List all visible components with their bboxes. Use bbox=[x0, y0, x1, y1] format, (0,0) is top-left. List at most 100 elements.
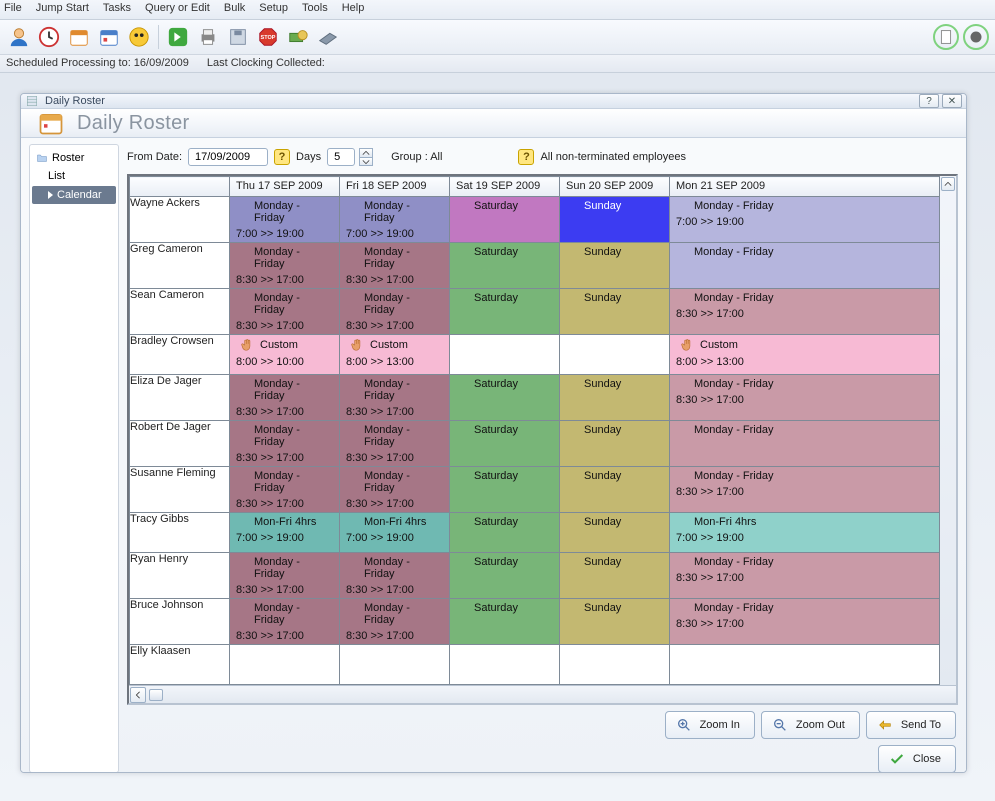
shift-cell[interactable]: Mon-Fri 4hrs7:00 >> 19:00 bbox=[670, 513, 940, 553]
employee-name-cell[interactable]: Wayne Ackers bbox=[130, 197, 230, 243]
shift-cell[interactable]: Saturday bbox=[450, 553, 560, 599]
menu-help[interactable]: Help bbox=[342, 2, 365, 17]
window-titlebar[interactable]: Daily Roster ? ✕ bbox=[21, 94, 966, 109]
shift-cell[interactable]: Sunday bbox=[560, 243, 670, 289]
shift-cell[interactable]: Mon-Fri 4hrs7:00 >> 19:00 bbox=[230, 513, 340, 553]
shift-cell[interactable]: Monday - Friday8:30 >> 17:00 bbox=[340, 421, 450, 467]
from-date-input[interactable] bbox=[188, 148, 268, 166]
shift-cell[interactable]: Monday - Friday8:30 >> 17:00 bbox=[340, 289, 450, 335]
shift-cell[interactable]: Custom8:00 >> 13:00 bbox=[340, 335, 450, 375]
shift-cell[interactable] bbox=[450, 335, 560, 375]
menu-tasks[interactable]: Tasks bbox=[103, 2, 131, 17]
shift-cell[interactable]: Monday - Friday8:30 >> 17:00 bbox=[340, 553, 450, 599]
tree-root-roster[interactable]: Roster bbox=[30, 149, 118, 167]
shift-cell[interactable]: Monday - Friday8:30 >> 17:00 bbox=[230, 553, 340, 599]
green-action-2-icon[interactable] bbox=[963, 24, 989, 50]
shift-cell[interactable]: Monday - Friday8:30 >> 17:00 bbox=[670, 553, 940, 599]
employees-picker-button[interactable]: ? bbox=[518, 149, 534, 165]
stop-icon[interactable]: STOP bbox=[255, 24, 281, 50]
calendar-icon[interactable] bbox=[66, 24, 92, 50]
shift-cell[interactable]: Monday - Friday8:30 >> 17:00 bbox=[340, 243, 450, 289]
shift-cell[interactable] bbox=[230, 645, 340, 685]
shift-cell[interactable]: Monday - Friday bbox=[670, 421, 940, 467]
employee-name-cell[interactable]: Robert De Jager bbox=[130, 421, 230, 467]
shift-cell[interactable]: Custom8:00 >> 13:00 bbox=[670, 335, 940, 375]
menu-setup[interactable]: Setup bbox=[259, 2, 288, 17]
employee-name-cell[interactable]: Bruce Johnson bbox=[130, 599, 230, 645]
shift-cell[interactable]: Monday - Friday7:00 >> 19:00 bbox=[670, 197, 940, 243]
header-day-1[interactable]: Fri 18 SEP 2009 bbox=[340, 177, 450, 197]
menu-jump-start[interactable]: Jump Start bbox=[36, 2, 89, 17]
shift-cell[interactable]: Sunday bbox=[560, 553, 670, 599]
clock-icon[interactable] bbox=[36, 24, 62, 50]
days-input[interactable] bbox=[327, 148, 355, 166]
shift-cell[interactable]: Custom8:00 >> 10:00 bbox=[230, 335, 340, 375]
person-icon[interactable] bbox=[6, 24, 32, 50]
shift-cell[interactable]: Monday - Friday7:00 >> 19:00 bbox=[230, 197, 340, 243]
window-close-button[interactable]: ✕ bbox=[942, 94, 962, 108]
shift-cell[interactable]: Monday - Friday8:30 >> 17:00 bbox=[670, 375, 940, 421]
employee-name-cell[interactable]: Greg Cameron bbox=[130, 243, 230, 289]
shift-cell[interactable]: Sunday bbox=[560, 599, 670, 645]
employee-name-cell[interactable]: Tracy Gibbs bbox=[130, 513, 230, 553]
shift-cell[interactable]: Monday - Friday8:30 >> 17:00 bbox=[230, 467, 340, 513]
shift-cell[interactable]: Saturday bbox=[450, 467, 560, 513]
employee-name-cell[interactable]: Susanne Fleming bbox=[130, 467, 230, 513]
header-day-2[interactable]: Sat 19 SEP 2009 bbox=[450, 177, 560, 197]
days-down-button[interactable] bbox=[359, 157, 373, 166]
header-day-0[interactable]: Thu 17 SEP 2009 bbox=[230, 177, 340, 197]
scroll-up-button[interactable] bbox=[941, 177, 955, 191]
shift-cell[interactable]: Monday - Friday8:30 >> 17:00 bbox=[670, 289, 940, 335]
menu-bulk[interactable]: Bulk bbox=[224, 2, 245, 17]
green-action-1-icon[interactable] bbox=[933, 24, 959, 50]
shift-cell[interactable]: Sunday bbox=[560, 467, 670, 513]
shift-cell[interactable]: Monday - Friday8:30 >> 17:00 bbox=[340, 599, 450, 645]
employee-name-cell[interactable]: Bradley Crowsen bbox=[130, 335, 230, 375]
menu-file[interactable]: File bbox=[4, 2, 22, 17]
shift-cell[interactable] bbox=[670, 645, 940, 685]
shift-cell[interactable]: Saturday bbox=[450, 375, 560, 421]
shift-cell[interactable] bbox=[340, 645, 450, 685]
shift-cell[interactable]: Sunday bbox=[560, 375, 670, 421]
shift-cell[interactable]: Monday - Friday8:30 >> 17:00 bbox=[340, 467, 450, 513]
employee-name-cell[interactable]: Eliza De Jager bbox=[130, 375, 230, 421]
shift-cell[interactable]: Monday - Friday8:30 >> 17:00 bbox=[230, 599, 340, 645]
shift-cell[interactable]: Saturday bbox=[450, 421, 560, 467]
close-button[interactable]: Close bbox=[878, 745, 956, 773]
shift-cell[interactable]: Saturday bbox=[450, 289, 560, 335]
days-up-button[interactable] bbox=[359, 148, 373, 157]
shift-cell[interactable]: Monday - Friday8:30 >> 17:00 bbox=[230, 289, 340, 335]
window-help-button[interactable]: ? bbox=[919, 94, 939, 108]
disk-icon[interactable] bbox=[225, 24, 251, 50]
employee-name-cell[interactable]: Sean Cameron bbox=[130, 289, 230, 335]
shift-cell[interactable] bbox=[450, 645, 560, 685]
shift-cell[interactable] bbox=[560, 335, 670, 375]
shift-cell[interactable]: Saturday bbox=[450, 243, 560, 289]
shift-cell[interactable]: Monday - Friday8:30 >> 17:00 bbox=[230, 421, 340, 467]
shift-cell[interactable]: Sunday bbox=[560, 197, 670, 243]
scroll-thumb[interactable] bbox=[149, 689, 163, 701]
scanner-icon[interactable] bbox=[315, 24, 341, 50]
header-day-3[interactable]: Sun 20 SEP 2009 bbox=[560, 177, 670, 197]
header-day-4[interactable]: Mon 21 SEP 2009 bbox=[670, 177, 940, 197]
shift-cell[interactable]: Monday - Friday8:30 >> 17:00 bbox=[230, 243, 340, 289]
tree-item-list[interactable]: List bbox=[30, 167, 118, 185]
shift-cell[interactable]: Monday - Friday bbox=[670, 243, 940, 289]
horizontal-scrollbar[interactable] bbox=[129, 685, 956, 703]
shift-cell[interactable]: Saturday bbox=[450, 599, 560, 645]
money-icon[interactable] bbox=[285, 24, 311, 50]
shift-cell[interactable]: Saturday bbox=[450, 513, 560, 553]
go-icon[interactable] bbox=[165, 24, 191, 50]
shift-cell[interactable]: Monday - Friday8:30 >> 17:00 bbox=[670, 467, 940, 513]
shift-cell[interactable]: Sunday bbox=[560, 421, 670, 467]
tree-item-calendar[interactable]: Calendar bbox=[32, 186, 116, 204]
menu-tools[interactable]: Tools bbox=[302, 2, 328, 17]
schedule-icon[interactable] bbox=[96, 24, 122, 50]
employee-name-cell[interactable]: Ryan Henry bbox=[130, 553, 230, 599]
shift-cell[interactable]: Monday - Friday8:30 >> 17:00 bbox=[340, 375, 450, 421]
shift-cell[interactable]: Monday - Friday7:00 >> 19:00 bbox=[340, 197, 450, 243]
zoom-in-button[interactable]: Zoom In bbox=[665, 711, 755, 739]
shift-cell[interactable]: Sunday bbox=[560, 289, 670, 335]
shift-cell[interactable]: Monday - Friday8:30 >> 17:00 bbox=[230, 375, 340, 421]
employee-name-cell[interactable]: Elly Klaasen bbox=[130, 645, 230, 685]
